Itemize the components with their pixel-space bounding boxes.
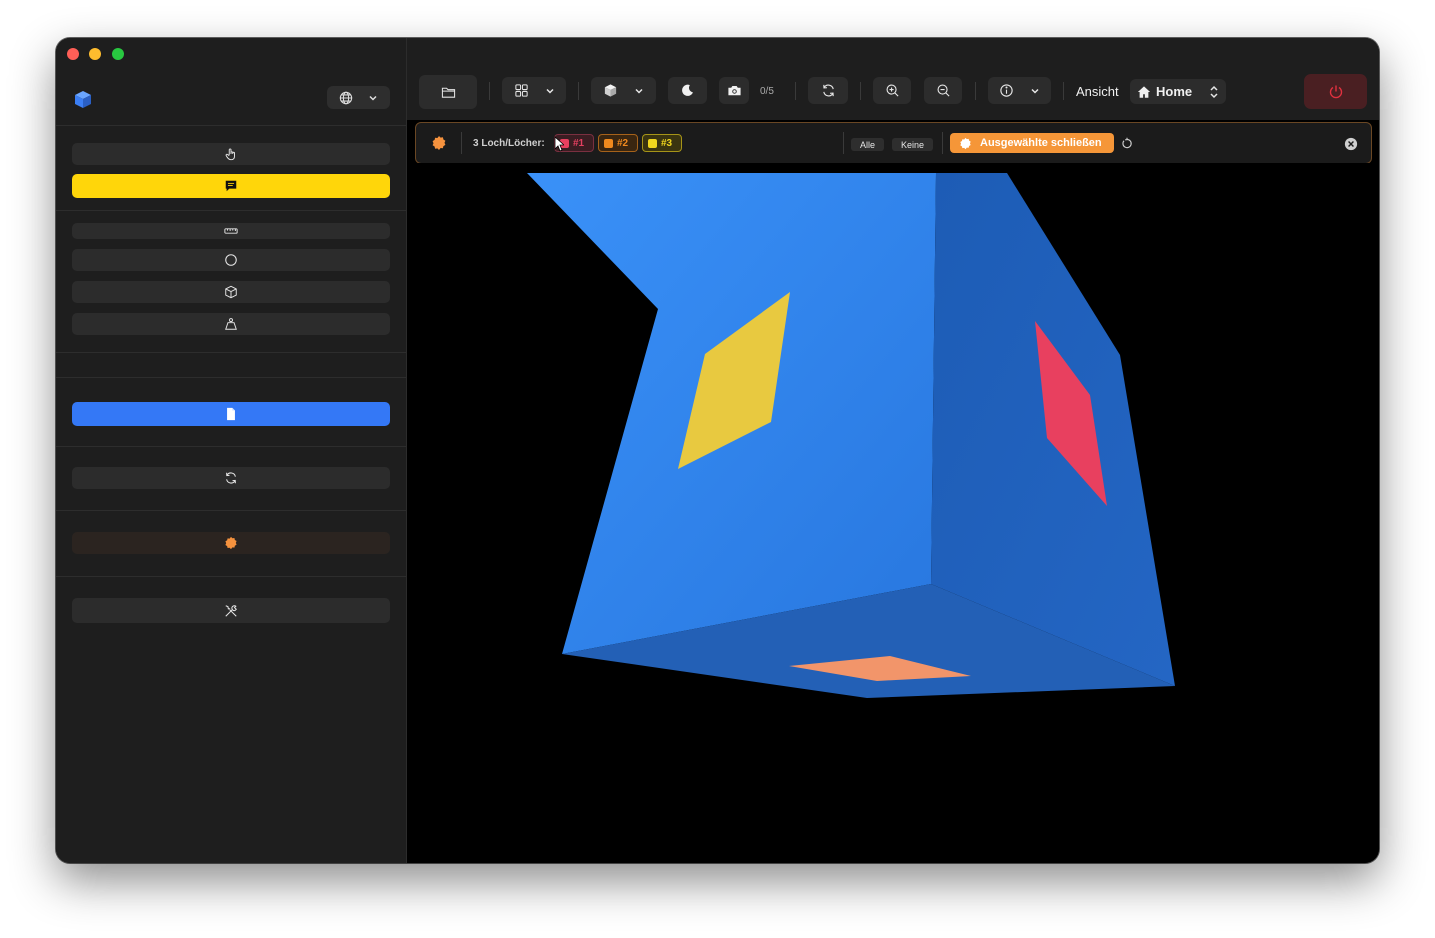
power-button[interactable] xyxy=(1304,74,1367,109)
refresh-icon xyxy=(226,472,236,484)
toolbar-separator xyxy=(795,82,796,100)
sidebar-divider xyxy=(56,352,406,353)
info-icon xyxy=(1000,84,1013,97)
toolbar-separator xyxy=(860,82,861,100)
hole-fill-button[interactable] xyxy=(72,532,390,554)
3d-viewport[interactable] xyxy=(407,163,1379,863)
sidebar-divider xyxy=(56,446,406,447)
camera-icon xyxy=(727,86,741,96)
hole-chip-3[interactable]: #3 xyxy=(642,134,682,152)
toolbar-separator xyxy=(975,82,976,100)
view-select-value: Home xyxy=(1156,84,1193,99)
weight-icon xyxy=(225,318,237,330)
globe-icon xyxy=(339,91,352,104)
hole-color-swatch xyxy=(604,138,613,148)
refresh-icon xyxy=(822,84,834,97)
model-select[interactable] xyxy=(591,77,656,104)
measure-tool-button[interactable] xyxy=(72,223,390,239)
circle-tool-button[interactable] xyxy=(72,249,390,271)
cube-model[interactable] xyxy=(407,163,1379,863)
mouse-cursor-icon xyxy=(554,136,564,152)
holebar-separator xyxy=(461,132,462,154)
photo-counter: 0/5 xyxy=(760,86,774,97)
zoom-out-icon xyxy=(936,84,950,97)
info-select[interactable] xyxy=(988,77,1051,104)
zoom-out-button[interactable] xyxy=(924,77,962,104)
grid-icon xyxy=(514,84,528,97)
hole-chip-label: #1 xyxy=(573,137,585,149)
tools-button[interactable] xyxy=(72,598,390,623)
gear-badge-icon xyxy=(225,536,237,550)
hole-chip-label: #3 xyxy=(661,137,673,149)
undo-icon[interactable] xyxy=(1121,137,1133,149)
app-logo-cube-icon xyxy=(75,91,91,108)
app-window: 0/5 Ansicht Home 3 Loch/Löcher: #1 #2 #3… xyxy=(56,38,1379,863)
cube-icon xyxy=(225,285,237,299)
home-icon xyxy=(1137,85,1151,98)
select-none-button[interactable]: Keine xyxy=(892,138,933,151)
holebar-separator xyxy=(942,132,943,154)
ruler-icon xyxy=(224,228,238,234)
open-file-button[interactable] xyxy=(419,75,477,109)
close-icon[interactable] xyxy=(1344,137,1358,151)
document-icon xyxy=(227,407,235,421)
chevron-down-icon xyxy=(545,88,554,94)
folder-icon xyxy=(441,87,455,98)
refresh-button[interactable] xyxy=(72,467,390,489)
annotation-tool-button[interactable] xyxy=(72,174,390,198)
cube-icon xyxy=(604,84,617,97)
toolbar-separator xyxy=(489,82,490,100)
volume-tool-button[interactable] xyxy=(72,281,390,303)
close-selected-label: Ausgewählte schließen xyxy=(980,137,1102,149)
moon-icon xyxy=(682,84,693,96)
select-tool-button[interactable] xyxy=(72,143,390,165)
view-select[interactable]: Home xyxy=(1130,79,1226,104)
zoom-in-icon xyxy=(885,84,899,97)
sidebar-divider xyxy=(56,576,406,577)
circle-icon xyxy=(225,254,237,266)
hand-pointer-icon xyxy=(225,148,235,161)
select-all-button[interactable]: Alle xyxy=(851,138,884,151)
toolbar-separator xyxy=(1063,82,1064,100)
chevron-down-icon xyxy=(635,88,643,94)
hole-chip-label: #2 xyxy=(617,137,629,149)
zoom-in-button[interactable] xyxy=(873,77,911,104)
gear-badge-icon xyxy=(960,137,971,149)
toolbar-separator xyxy=(578,82,579,100)
language-select[interactable] xyxy=(327,86,390,109)
toolbar: 0/5 Ansicht Home xyxy=(407,38,1379,120)
dark-mode-button[interactable] xyxy=(668,77,707,104)
sidebar-divider xyxy=(56,510,406,511)
close-window-button[interactable] xyxy=(67,48,79,60)
hole-detection-bar: 3 Loch/Löcher: #1 #2 #3 Alle Keine Ausge… xyxy=(415,122,1372,164)
close-selected-holes-button[interactable]: Ausgewählte schließen xyxy=(950,133,1114,153)
chevron-up-down-icon xyxy=(1210,85,1218,98)
document-button[interactable] xyxy=(72,402,390,426)
hole-count-label: 3 Loch/Löcher: xyxy=(473,138,545,149)
minimize-window-button[interactable] xyxy=(89,48,101,60)
power-icon xyxy=(1329,85,1342,98)
holebar-separator xyxy=(843,132,844,154)
layout-select[interactable] xyxy=(502,77,566,104)
sidebar xyxy=(56,38,407,863)
comment-icon xyxy=(225,180,237,192)
reset-view-button[interactable] xyxy=(808,77,848,104)
gear-badge-icon xyxy=(432,136,446,150)
view-label: Ansicht xyxy=(1076,84,1119,99)
hole-color-swatch xyxy=(648,138,657,148)
hole-chip-2[interactable]: #2 xyxy=(598,134,638,152)
sidebar-divider xyxy=(56,125,406,126)
tools-icon xyxy=(225,604,237,617)
chevron-down-icon xyxy=(369,95,377,101)
screenshot-button[interactable] xyxy=(719,77,749,104)
sidebar-divider xyxy=(56,377,406,378)
sidebar-divider xyxy=(56,210,406,211)
chevron-down-icon xyxy=(1031,88,1039,94)
weight-tool-button[interactable] xyxy=(72,313,390,335)
maximize-window-button[interactable] xyxy=(112,48,124,60)
